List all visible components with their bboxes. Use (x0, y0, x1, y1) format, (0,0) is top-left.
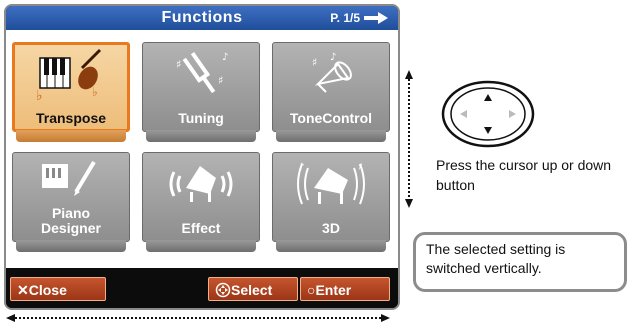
effect-icon (169, 166, 233, 202)
cursor-pad-illustration-icon (441, 80, 535, 148)
tile-label-line2: Designer (41, 220, 101, 236)
tile-label: Transpose (35, 110, 107, 126)
tile-label: Piano Designer (12, 206, 130, 236)
svg-text:♭: ♭ (92, 85, 98, 99)
tile-label: Effect (181, 220, 221, 236)
svg-text:♯: ♯ (218, 74, 223, 87)
tile-label: 3D (322, 220, 340, 236)
piano-designer-icon (42, 160, 96, 196)
function-screen: Functions P. 1/5 ♭ ♭ Transpose ♯ ♯ ♪ Tun… (4, 4, 400, 310)
tile-tuning[interactable]: ♯ ♯ ♪ Tuning (142, 42, 260, 144)
svg-text:♯: ♯ (312, 56, 317, 69)
vertical-arrow-icon (405, 70, 413, 208)
tile-transpose[interactable]: ♭ ♭ Transpose (12, 42, 130, 144)
3d-icon: ♪ ♯ (297, 162, 365, 205)
close-label: Close (28, 282, 67, 298)
tile-piano-designer[interactable]: Piano Designer (12, 152, 130, 254)
function-grid: ♭ ♭ Transpose ♯ ♯ ♪ Tuning ♯ ♪ ToneContr… (6, 30, 398, 268)
svg-text:♭: ♭ (36, 88, 43, 100)
close-button[interactable]: ✕Close (10, 277, 106, 301)
next-page-arrow-icon[interactable] (364, 12, 388, 24)
svg-text:♪: ♪ (330, 52, 336, 63)
note-box: The selected setting is switched vertica… (413, 232, 627, 292)
cursor-hint-text: Press the cursor up or down button (436, 157, 612, 193)
svg-text:♪: ♪ (222, 52, 228, 63)
select-button[interactable]: Select (208, 277, 298, 301)
enter-button[interactable]: ○Enter (300, 277, 390, 301)
tile-label: Tuning (178, 110, 224, 126)
svg-text:♯: ♯ (176, 58, 181, 71)
horizontal-arrow-icon (6, 314, 390, 322)
tile-label: ToneControl (289, 110, 373, 126)
enter-label: Enter (315, 282, 352, 298)
close-icon: ✕ (17, 282, 29, 298)
page-indicator: P. 1/5 (330, 11, 360, 25)
tone-control-icon: ♯ ♪ (312, 52, 352, 93)
tile-label-line1: Piano (51, 205, 91, 221)
title-bar: Functions P. 1/5 (6, 6, 398, 30)
svg-text:♪: ♪ (298, 162, 304, 173)
bottom-bar: ✕Close Select ○Enter (6, 268, 398, 308)
tile-effect[interactable]: Effect (142, 152, 260, 254)
tile-tone-control[interactable]: ♯ ♪ ToneControl (272, 42, 390, 144)
transpose-icon: ♭ ♭ (36, 48, 102, 100)
select-label: Select (231, 282, 273, 298)
tile-3d[interactable]: ♪ ♯ 3D (272, 152, 390, 254)
cursor-pad-icon (215, 282, 231, 298)
tuning-fork-icon: ♯ ♯ ♪ (176, 51, 228, 94)
svg-text:♯: ♯ (358, 162, 363, 173)
